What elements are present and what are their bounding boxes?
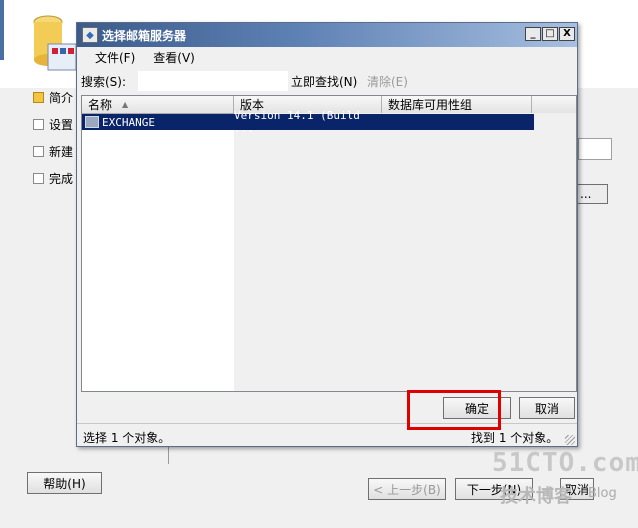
wizard-step-complete: 完成: [33, 170, 73, 186]
table-row[interactable]: EXCHANGE Version 14.1 (Build ...: [82, 109, 534, 135]
wizard-window-edge: [0, 0, 4, 60]
server-list[interactable]: 名称 ▲ 版本 数据库可用性组 EXCHANGE Version 14.1 (B…: [81, 95, 577, 392]
wizard-step-label: 简介: [49, 90, 74, 105]
menu-bar: 文件(F) 查看(V): [77, 47, 577, 67]
divider: [168, 444, 169, 464]
status-found: 找到 1 个对象。: [471, 431, 559, 445]
wizard-step-label: 新建: [49, 144, 74, 159]
menu-file[interactable]: 文件(F): [95, 49, 135, 66]
step-current-icon: [33, 91, 44, 103]
column-header-filler: [532, 96, 576, 113]
menu-view[interactable]: 查看(V): [153, 49, 195, 66]
resize-grip-icon[interactable]: [565, 435, 575, 445]
cell-version: Version 14.1 (Build ...: [234, 109, 360, 135]
close-button[interactable]: X: [559, 27, 575, 41]
list-empty-area: [234, 113, 576, 391]
status-selected: 选择 1 个对象。: [83, 431, 171, 445]
search-input[interactable]: [137, 70, 289, 92]
watermark-logo-text: 51CTO.com: [492, 448, 638, 478]
server-icon: [85, 116, 99, 128]
back-button[interactable]: < 上一步(B): [368, 478, 446, 500]
help-button[interactable]: 帮助(H): [27, 472, 102, 494]
browse-button[interactable]: ...: [576, 184, 608, 204]
step-pending-icon: [33, 118, 44, 130]
minimize-button[interactable]: _: [525, 27, 541, 41]
cell-name: EXCHANGE: [102, 115, 155, 129]
wizard-step-label: 完成: [49, 171, 74, 186]
server-app-icon: ◆: [82, 27, 98, 43]
watermark: 51CTO.com 技术博客 Blog: [492, 448, 638, 514]
column-header-dag[interactable]: 数据库可用性组: [382, 96, 532, 113]
search-bar: 搜索(S): 立即查找(N) 清除(E): [81, 70, 575, 92]
wizard-text-field[interactable]: [578, 138, 612, 160]
column-label: 名称: [88, 98, 113, 112]
select-mailbox-server-dialog: ◆ 选择邮箱服务器 _ □ X 文件(F) 查看(V) 搜索(S): 立即查找(…: [76, 22, 578, 447]
step-pending-icon: [33, 145, 44, 157]
dialog-title: 选择邮箱服务器: [102, 28, 187, 43]
highlight-box: [407, 390, 501, 430]
cancel-button[interactable]: 取消: [519, 397, 575, 419]
sort-ascending-icon: ▲: [122, 100, 129, 109]
watermark-subtitle: 技术博客: [500, 486, 572, 507]
dialog-title-bar[interactable]: ◆ 选择邮箱服务器: [77, 23, 577, 47]
search-label: 搜索(S):: [81, 74, 127, 89]
wizard-step-new: 新建: [33, 143, 73, 159]
maximize-button[interactable]: □: [542, 27, 558, 41]
search-now-button[interactable]: 立即查找(N): [291, 73, 357, 90]
wizard-step-settings: 设置: [33, 116, 73, 132]
clear-button[interactable]: 清除(E): [367, 73, 408, 90]
step-pending-icon: [33, 172, 44, 184]
wizard-step-label: 设置: [49, 117, 74, 132]
mailbox-database-icon: [33, 15, 77, 71]
column-label: 数据库可用性组: [388, 98, 473, 112]
status-bar: 选择 1 个对象。 找到 1 个对象。: [77, 423, 577, 447]
wizard-step-intro: 简介: [33, 89, 73, 105]
watermark-blog: Blog: [588, 486, 617, 501]
column-header-name[interactable]: 名称 ▲: [82, 96, 234, 113]
